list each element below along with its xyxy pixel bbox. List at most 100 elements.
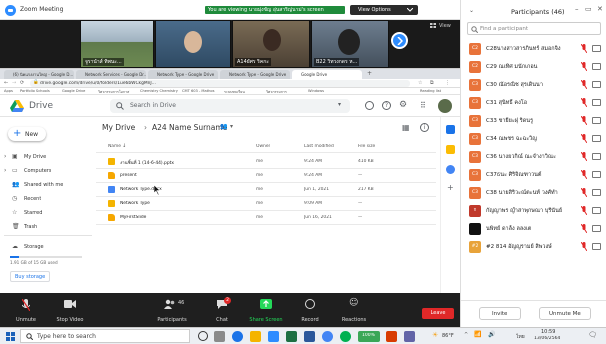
offline-status-icon[interactable]	[365, 101, 374, 110]
video-off-icon[interactable]	[592, 81, 601, 88]
file-row[interactable]: งานชิ้นที่ 1 (14-6-44).pptx me 9:24 AM 4…	[96, 155, 436, 169]
new-tab-icon[interactable]: +	[367, 70, 372, 77]
mic-muted-icon[interactable]	[581, 242, 587, 251]
video-tile[interactable]: B22 วิทวงกดร ห...	[311, 20, 389, 68]
column-header-name[interactable]: Name	[108, 144, 121, 149]
expand-icon[interactable]: ›	[4, 153, 6, 160]
participant-row[interactable]: C3 C36 นางยวกิณ์ ณะจำงาวิณะ	[461, 148, 606, 166]
share-screen-button[interactable]: Share Screen	[244, 297, 288, 325]
tasks-icon[interactable]	[446, 165, 455, 174]
file-row[interactable]: MyFirstSlide me Jun 16, 2021 —	[96, 211, 436, 225]
video-tile[interactable]: จูรานำส์ ทิพนะ...	[80, 20, 154, 68]
volume-icon[interactable]: 🔊	[488, 331, 495, 338]
file-row[interactable]: Network Type me 9:09 AM —	[96, 197, 436, 211]
sidebar-item-trash[interactable]: 🗑 Trash	[0, 221, 96, 233]
sidebar-item-storage[interactable]: ☁ Storage	[0, 241, 96, 253]
line-app-icon[interactable]	[340, 331, 351, 342]
chrome-icon[interactable]	[322, 331, 333, 342]
video-off-icon[interactable]	[592, 45, 601, 52]
participant-row[interactable]: ก กัญญาพร ญ้ำสาพุกษณา บุรีนันย์	[461, 202, 606, 220]
participant-row[interactable]: C2 C28นางสาวสารภินทร์ สมอกจิ่ง	[461, 40, 606, 58]
breadcrumb-root[interactable]: My Drive	[102, 123, 135, 132]
bookmark-item[interactable]: Apps	[4, 89, 13, 93]
extensions-icon[interactable]: ⧉	[430, 80, 434, 86]
calendar-icon[interactable]	[446, 125, 455, 134]
back-icon[interactable]: ←	[4, 80, 8, 86]
browser-tab[interactable]: (6) นิคแรงงานใหญ่ - Google D...	[4, 70, 74, 79]
video-off-icon[interactable]	[592, 225, 601, 232]
bookmark-item[interactable]: Windows	[308, 89, 346, 93]
teams-icon[interactable]	[404, 331, 415, 342]
video-off-icon[interactable]	[592, 207, 601, 214]
participant-row[interactable]: นพิทย์ ดาล้ัง ลลงเต	[461, 220, 606, 238]
video-off-icon[interactable]	[592, 153, 601, 160]
add-addon-icon[interactable]: +	[447, 183, 454, 192]
unmute-button[interactable]: Unmute	[4, 297, 48, 325]
participant-row[interactable]: C3 C33 ชายียะฝุ ริดนรู	[461, 112, 606, 130]
invite-button[interactable]: Invite	[479, 307, 521, 320]
address-field[interactable]: 🔒 drive.google.com/drive/u/0/folders/1ue…	[30, 80, 410, 87]
help-icon[interactable]: ?	[382, 101, 391, 110]
edge-browser-icon[interactable]	[232, 331, 243, 342]
keep-icon[interactable]	[446, 145, 455, 154]
drive-search-input[interactable]: Search in Drive ▾	[110, 99, 350, 113]
mic-muted-icon[interactable]	[581, 44, 587, 53]
close-icon[interactable]: ✕	[597, 5, 603, 13]
cortana-icon[interactable]	[198, 331, 208, 341]
view-button[interactable]: View	[430, 22, 458, 30]
clock-time[interactable]: 10:59	[541, 329, 555, 335]
forward-icon[interactable]: →	[12, 80, 16, 86]
column-header-modified[interactable]: Last modified	[304, 144, 334, 149]
column-header-size[interactable]: File size	[358, 144, 375, 149]
file-explorer-icon[interactable]	[250, 331, 261, 342]
chat-button[interactable]: 2 Chat	[200, 297, 244, 325]
browser-tab[interactable]: Network Services - Google Dr...	[76, 70, 146, 79]
mic-muted-icon[interactable]	[581, 152, 587, 161]
column-header-owner[interactable]: Owner	[256, 144, 270, 149]
task-view-icon[interactable]	[214, 331, 225, 342]
notifications-icon[interactable]: 🗨	[588, 331, 597, 339]
expand-icon[interactable]: ›	[4, 167, 6, 174]
video-tile[interactable]	[155, 20, 231, 68]
wifi-icon[interactable]: 📶	[474, 331, 481, 338]
bookmark-item[interactable]: CMT 603 - Mathos	[182, 89, 220, 93]
video-off-icon[interactable]	[592, 189, 601, 196]
grid-layout-icon[interactable]: ▦	[402, 123, 410, 132]
zoom-app-icon[interactable]	[268, 331, 279, 342]
video-off-icon[interactable]	[592, 99, 601, 106]
sidebar-item-my-drive[interactable]: › ▣ My Drive	[0, 151, 96, 163]
next-page-button[interactable]	[391, 32, 408, 49]
browser-tab[interactable]: Network Type - Google Drive	[220, 70, 290, 79]
apps-grid-icon[interactable]: ⠿	[420, 101, 426, 110]
search-options-icon[interactable]: ▾	[338, 101, 341, 108]
participants-button[interactable]: 46 Participants	[150, 297, 194, 325]
leave-button[interactable]: Leave	[422, 308, 454, 319]
participant-row[interactable]: C3 C30 ณัอรณิช สุรเดินนา	[461, 76, 606, 94]
mic-muted-icon[interactable]	[581, 224, 587, 233]
participant-search-input[interactable]: Find a participant	[467, 22, 601, 35]
unmute-me-button[interactable]: Unmute Me	[539, 307, 591, 320]
popout-icon[interactable]: ▭	[585, 5, 592, 13]
participant-row[interactable]: C3 C34 ณพชร ฉะฉะวิญ	[461, 130, 606, 148]
video-off-icon[interactable]	[592, 171, 601, 178]
reactions-button[interactable]: ☺ Reactions	[332, 297, 376, 325]
bookmark-item[interactable]: Portfolio Schools	[20, 89, 58, 93]
bookmark-item[interactable]: Chemistry Chemistry	[140, 89, 178, 93]
browser-tab-active[interactable]: Google Drive	[292, 70, 362, 79]
participant-row[interactable]: C3 C37ธนะ ศิริจิณฑาวนต์	[461, 166, 606, 184]
clock-date[interactable]: 13/06/2564	[534, 336, 560, 341]
bookmark-item[interactable]: Reading list	[420, 89, 458, 93]
mic-muted-icon[interactable]	[581, 188, 587, 197]
mic-muted-icon[interactable]	[581, 62, 587, 71]
video-off-icon[interactable]	[592, 243, 601, 250]
video-off-icon[interactable]	[592, 117, 601, 124]
minimize-icon[interactable]: –	[575, 5, 579, 13]
file-row[interactable]: Network Type.docx me Jun 1, 2021 217 KB	[96, 183, 436, 197]
input-language[interactable]: ไทย	[516, 333, 525, 341]
menu-icon[interactable]: ⋮	[445, 80, 450, 86]
word-icon[interactable]	[304, 331, 315, 342]
mic-muted-icon[interactable]	[581, 116, 587, 125]
sort-arrow-icon[interactable]: ↓	[122, 143, 126, 149]
account-avatar[interactable]	[438, 99, 452, 113]
mic-muted-icon[interactable]	[581, 206, 587, 215]
